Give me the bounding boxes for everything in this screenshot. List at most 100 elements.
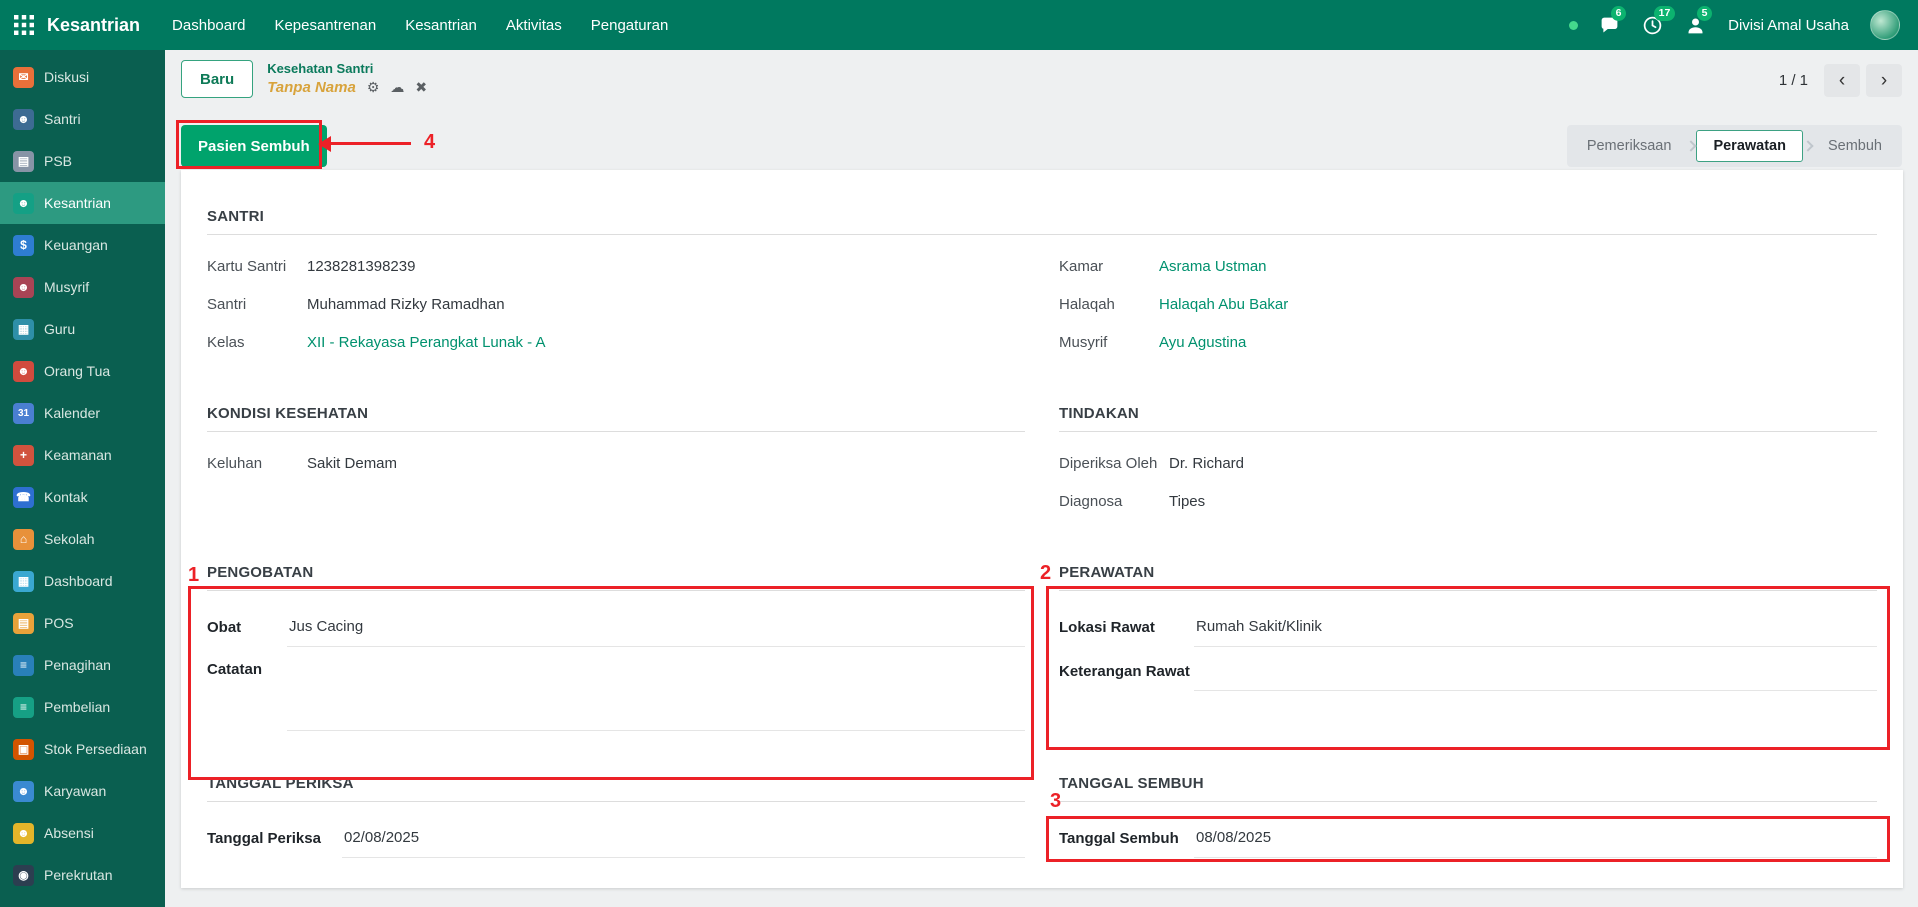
sidebar-item-label: Kontak	[44, 489, 88, 505]
sidebar-item-absensi[interactable]: ☻Absensi	[0, 812, 165, 854]
pasien-sembuh-button[interactable]: Pasien Sembuh	[181, 125, 327, 167]
sekolah-icon: ⌂	[13, 529, 34, 550]
field-label: Lokasi Rawat	[1059, 619, 1194, 647]
pager-previous-button[interactable]: ‹	[1824, 64, 1860, 97]
sidebar-item-keamanan[interactable]: +Keamanan	[0, 434, 165, 476]
sidebar-item-label: Karyawan	[44, 783, 106, 799]
section-pengobatan-heading: PENGOBATAN	[207, 564, 1025, 591]
activities-badge: 17	[1654, 6, 1675, 21]
sidebar-item-guru[interactable]: ▦Guru	[0, 308, 165, 350]
stage-pemeriksaan[interactable]: Pemeriksaan	[1572, 138, 1687, 154]
sidebar-item-label: Kalender	[44, 405, 100, 421]
tanggal-sembuh-input[interactable]: 08/08/2025	[1194, 829, 1877, 858]
sidebar-item-kesantrian[interactable]: ☻Kesantrian	[0, 182, 165, 224]
section-tanggal-periksa-heading: TANGGAL PERIKSA	[207, 775, 1025, 802]
save-cloud-icon[interactable]: ☁	[390, 79, 404, 96]
stage-sembuh[interactable]: Sembuh	[1813, 138, 1897, 154]
pager-next-button[interactable]: ›	[1866, 64, 1902, 97]
tanggal-periksa-input[interactable]: 02/08/2025	[342, 829, 1025, 858]
santri-icon: ☻	[13, 109, 34, 130]
stage-perawatan[interactable]: Perawatan	[1696, 130, 1803, 162]
field-musyrif: Musyrif Ayu Agustina	[1059, 323, 1877, 361]
app-brand[interactable]: Kesantrian	[47, 15, 140, 36]
field-value-link[interactable]: Ayu Agustina	[1159, 334, 1246, 351]
menu-kesantrian[interactable]: Kesantrian	[405, 17, 477, 34]
catatan-input[interactable]	[287, 716, 1025, 731]
obat-input[interactable]: Jus Cacing	[287, 618, 1025, 647]
sidebar-item-stok-persediaan[interactable]: ▣Stok Persediaan	[0, 728, 165, 770]
sidebar-item-label: POS	[44, 615, 74, 631]
field-santri: Santri Muhammad Rizky Ramadhan	[207, 285, 1025, 323]
sidebar-item-diskusi[interactable]: ✉Diskusi	[0, 56, 165, 98]
penagihan-icon: ≡	[13, 655, 34, 676]
field-kartu-santri: Kartu Santri 1238281398239	[207, 247, 1025, 285]
sidebar-item-label: Pembelian	[44, 699, 110, 715]
topbar: Kesantrian Dashboard Kepesantrenan Kesan…	[0, 0, 1918, 50]
section-tindakan-heading: TINDAKAN	[1059, 405, 1877, 432]
kondisi-group: Keluhan Sakit Demam	[207, 444, 1025, 482]
kalender-icon: 31	[13, 403, 34, 424]
santri-left-group: Kartu Santri 1238281398239 Santri Muhamm…	[207, 247, 1025, 361]
field-label: Kelas	[207, 334, 307, 351]
sidebar-item-label: Keuangan	[44, 237, 108, 253]
field-value[interactable]: Tipes	[1169, 493, 1205, 510]
breadcrumb: Kesehatan Santri Tanpa Nama ⚙ ☁ ✖	[267, 60, 427, 98]
field-value[interactable]: Dr. Richard	[1169, 455, 1244, 472]
sidebar-item-kalender[interactable]: 31 Kalender	[0, 392, 165, 434]
field-kelas: Kelas XII - Rekayasa Perangkat Lunak - A	[207, 323, 1025, 361]
requests-person-icon[interactable]: 5	[1685, 14, 1707, 36]
apps-menu-icon[interactable]	[14, 15, 34, 35]
settings-gear-icon[interactable]: ⚙	[367, 79, 380, 96]
main-content: Baru Kesehatan Santri Tanpa Nama ⚙ ☁ ✖ 1…	[165, 50, 1918, 907]
messages-icon[interactable]: 6	[1599, 14, 1621, 36]
menu-aktivitas[interactable]: Aktivitas	[506, 17, 562, 34]
menu-kepesantrenan[interactable]: Kepesantrenan	[274, 17, 376, 34]
field-value-link[interactable]: XII - Rekayasa Perangkat Lunak - A	[307, 334, 545, 351]
field-value-link[interactable]: Halaqah Abu Bakar	[1159, 296, 1288, 313]
stage-pipeline: Pemeriksaan Perawatan Sembuh	[1567, 125, 1902, 167]
avatar[interactable]	[1870, 10, 1900, 40]
field-value[interactable]: Sakit Demam	[307, 455, 397, 472]
sidebar-item-orang-tua[interactable]: ☻Orang Tua	[0, 350, 165, 392]
menu-dashboard[interactable]: Dashboard	[172, 17, 245, 34]
sidebar-item-sekolah[interactable]: ⌂Sekolah	[0, 518, 165, 560]
perekrutan-icon: ◉	[13, 865, 34, 886]
pager: 1 / 1 ‹ ›	[1779, 64, 1902, 97]
field-tanggal-sembuh: Tanggal Sembuh 08/08/2025	[1059, 814, 1877, 858]
pos-icon: ▤	[13, 613, 34, 634]
menu-pengaturan[interactable]: Pengaturan	[591, 17, 669, 34]
breadcrumb-parent[interactable]: Kesehatan Santri	[267, 61, 427, 76]
sidebar-item-karyawan[interactable]: ☻Karyawan	[0, 770, 165, 812]
field-label: Kartu Santri	[207, 258, 307, 275]
field-value-link[interactable]: Asrama Ustman	[1159, 258, 1267, 275]
tanggal-periksa-group: Tanggal Periksa 02/08/2025	[207, 814, 1025, 858]
field-keterangan-rawat: Keterangan Rawat	[1059, 647, 1877, 691]
discard-close-icon[interactable]: ✖	[415, 79, 427, 96]
breadcrumb-current: Tanpa Nama	[267, 79, 356, 96]
kontak-icon: ☎	[13, 487, 34, 508]
sidebar-item-santri[interactable]: ☻Santri	[0, 98, 165, 140]
sidebar-item-dashboard[interactable]: ▦Dashboard	[0, 560, 165, 602]
field-label: Musyrif	[1059, 334, 1159, 351]
user-menu[interactable]: Divisi Amal Usaha	[1728, 17, 1849, 34]
sidebar-item-musyrif[interactable]: ☻Musyrif	[0, 266, 165, 308]
sidebar-item-kontak[interactable]: ☎ Kontak	[0, 476, 165, 518]
requests-badge: 5	[1697, 6, 1712, 21]
lokasi-rawat-input[interactable]: Rumah Sakit/Klinik	[1194, 618, 1877, 647]
field-value[interactable]: 1238281398239	[307, 258, 415, 275]
sidebar: ✉Diskusi ☻Santri ▤PSB ☻Kesantrian $Keuan…	[0, 50, 165, 907]
activities-clock-icon[interactable]: 17	[1642, 14, 1664, 36]
sidebar-item-pembelian[interactable]: ≡Pembelian	[0, 686, 165, 728]
sidebar-item-psb[interactable]: ▤PSB	[0, 140, 165, 182]
sidebar-item-pos[interactable]: ▤ POS	[0, 602, 165, 644]
sidebar-item-penagihan[interactable]: ≡Penagihan	[0, 644, 165, 686]
sidebar-item-label: PSB	[44, 153, 72, 169]
sidebar-item-label: Diskusi	[44, 69, 89, 85]
keterangan-rawat-input[interactable]	[1194, 676, 1877, 691]
top-menu: Dashboard Kepesantrenan Kesantrian Aktiv…	[172, 17, 668, 34]
new-record-button[interactable]: Baru	[181, 60, 253, 98]
sidebar-item-perekrutan[interactable]: ◉Perekrutan	[0, 854, 165, 896]
form-statusbar: Pasien Sembuh Pemeriksaan Perawatan Semb…	[165, 122, 1918, 170]
field-value[interactable]: Muhammad Rizky Ramadhan	[307, 296, 505, 313]
sidebar-item-keuangan[interactable]: $Keuangan	[0, 224, 165, 266]
